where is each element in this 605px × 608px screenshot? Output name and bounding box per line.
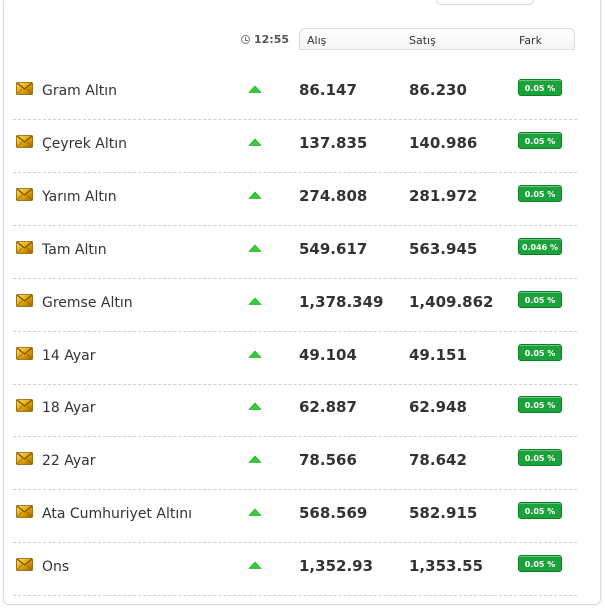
trend-up-icon (248, 455, 262, 464)
change-badge: 0.05 % (518, 184, 562, 202)
table-row[interactable]: 18 Ayar 62.887 62.948 0.05 % (13, 385, 577, 438)
column-header-fark[interactable]: Fark (519, 34, 542, 47)
row-buy-price: 1,352.93 (299, 557, 374, 576)
table-header: 12:55 Alış Satış Fark (0, 28, 605, 52)
row-sell-price: 281.972 (409, 186, 478, 205)
row-sell-price: 62.948 (409, 398, 467, 417)
panel-tab-edge (436, 0, 534, 5)
change-badge: 0.05 % (518, 131, 562, 149)
gold-bar-icon (16, 82, 33, 95)
gold-bar-icon (16, 505, 33, 519)
change-badge: 0.05 % (518, 343, 562, 361)
column-header-box: Alış Satış Fark (299, 28, 575, 50)
table-row[interactable]: 22 Ayar 78.566 78.642 0.05 % (13, 438, 577, 491)
row-buy-price: 78.566 (299, 451, 357, 470)
gold-bar-icon (16, 452, 33, 466)
row-buy-price: 137.835 (299, 133, 368, 152)
column-header-satis[interactable]: Satış (409, 34, 436, 47)
trend-up-icon (248, 561, 262, 569)
change-badge: 0.05 % (518, 502, 562, 520)
trend-up-icon (248, 85, 262, 93)
row-sell-price: 582.915 (409, 504, 478, 523)
row-buy-price: 568.569 (299, 504, 368, 523)
change-badge: 0.05 % (518, 555, 562, 573)
gold-bar-icon (16, 558, 33, 571)
gold-bar-icon (16, 293, 33, 307)
row-sell-price: 1,409.862 (409, 292, 494, 311)
table-row[interactable]: Tam Altın 549.617 563.945 0.046 % (13, 227, 577, 279)
update-time-label: 12:55 (254, 33, 290, 46)
row-name[interactable]: 18 Ayar (42, 400, 96, 416)
row-sell-price: 563.945 (409, 239, 478, 258)
gold-bar-icon (16, 240, 33, 254)
row-name[interactable]: Ons (42, 559, 69, 575)
trend-up-icon (248, 244, 262, 252)
table-row[interactable]: 14 Ayar 49.104 49.151 0.05 % (13, 333, 577, 385)
row-name[interactable]: Tam Altın (42, 242, 107, 258)
table-row[interactable]: Ons 1,352.93 1,353.55 0.05 % (13, 544, 577, 597)
trend-up-icon (248, 350, 262, 358)
row-name[interactable]: Gremse Altın (42, 295, 133, 311)
table-row[interactable]: Gremse Altın 1,378.349 1,409.862 0.05 % (13, 280, 577, 332)
row-sell-price: 140.986 (409, 133, 478, 152)
trend-up-icon (248, 191, 262, 199)
row-name[interactable]: Gram Altın (42, 83, 117, 99)
trend-up-icon (248, 138, 262, 146)
table-row[interactable]: Çeyrek Altın 137.835 140.986 0.05 % (13, 121, 577, 173)
change-badge: 0.05 % (518, 290, 562, 308)
row-buy-price: 62.887 (299, 398, 357, 417)
change-badge: 0.05 % (518, 449, 562, 467)
change-badge: 0.05 % (518, 79, 562, 96)
table-row[interactable]: Gram Altın 86.147 86.230 0.05 % (13, 68, 577, 120)
column-header-alis[interactable]: Alış (307, 34, 326, 47)
update-time: 12:55 (241, 33, 289, 46)
change-badge: 0.046 % (518, 237, 562, 255)
row-name[interactable]: Yarım Altın (42, 189, 117, 205)
row-name[interactable]: Çeyrek Altın (42, 136, 127, 152)
change-badge: 0.05 % (518, 396, 562, 414)
row-buy-price: 49.104 (299, 345, 357, 364)
row-name[interactable]: 14 Ayar (42, 348, 96, 364)
gold-bar-icon (16, 346, 33, 360)
gold-bar-icon (16, 399, 33, 413)
trend-up-icon (248, 402, 262, 411)
row-buy-price: 1,378.349 (299, 292, 384, 311)
gold-bar-icon (16, 134, 33, 148)
row-name[interactable]: Ata Cumhuriyet Altını (42, 506, 192, 522)
row-sell-price: 49.151 (409, 345, 467, 364)
row-buy-price: 549.617 (299, 239, 368, 258)
trend-up-icon (248, 508, 262, 517)
table-row[interactable]: Yarım Altın 274.808 281.972 0.05 % (13, 174, 577, 226)
row-name[interactable]: 22 Ayar (42, 453, 96, 469)
row-sell-price: 86.230 (409, 81, 467, 99)
clock-icon (241, 35, 250, 44)
trend-up-icon (248, 297, 262, 305)
row-buy-price: 86.147 (299, 81, 357, 99)
row-sell-price: 1,353.55 (409, 557, 484, 576)
row-buy-price: 274.808 (299, 186, 368, 205)
row-sell-price: 78.642 (409, 451, 467, 470)
gold-bar-icon (16, 187, 33, 201)
table-row[interactable]: Ata Cumhuriyet Altını 568.569 582.915 0.05 … (13, 491, 577, 544)
